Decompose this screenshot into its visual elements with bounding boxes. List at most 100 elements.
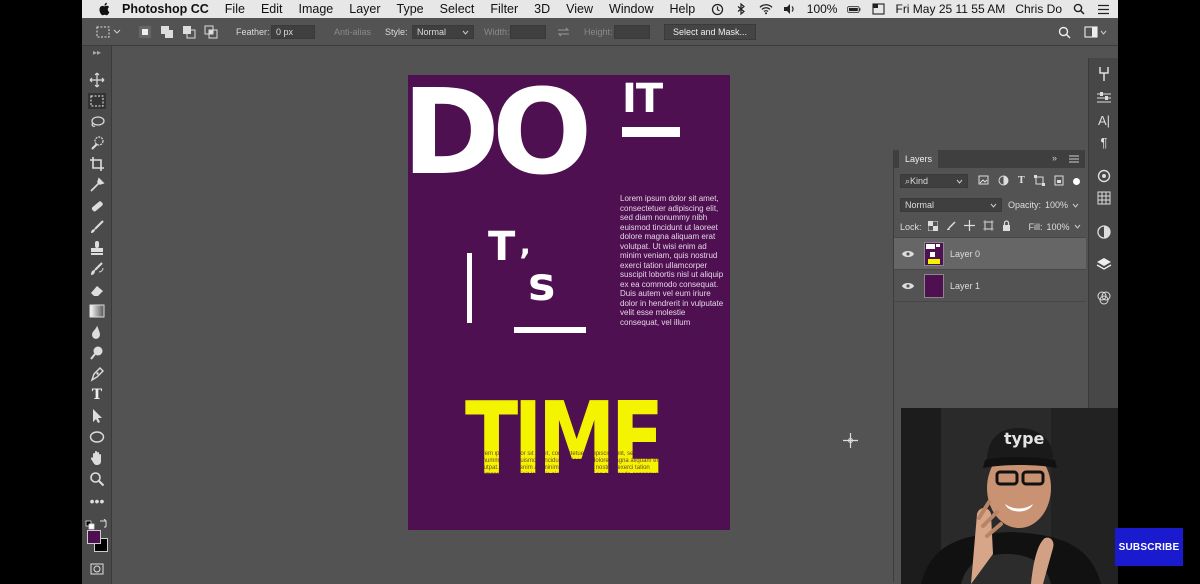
hand-tool-icon[interactable] <box>88 450 106 466</box>
layer-name[interactable]: Layer 0 <box>950 249 980 259</box>
layers-tab[interactable]: Layers <box>899 150 939 168</box>
type-tool-icon[interactable]: T <box>88 387 106 403</box>
visibility-eye-icon[interactable] <box>902 282 914 290</box>
lock-transparent-icon[interactable] <box>927 220 939 233</box>
menu-file[interactable]: File <box>225 2 245 16</box>
chevron-down-icon[interactable] <box>1072 203 1079 208</box>
menu-help[interactable]: Help <box>670 2 696 16</box>
feather-input[interactable]: 0 px <box>271 25 315 39</box>
dodge-tool-icon[interactable] <box>88 345 106 361</box>
quick-select-tool-icon[interactable] <box>88 135 106 151</box>
layer-name[interactable]: Layer 1 <box>950 281 980 291</box>
filter-adjustment-icon[interactable] <box>998 175 1009 188</box>
brush-settings-icon[interactable] <box>1096 90 1112 106</box>
marquee-tool-preset-icon[interactable] <box>96 18 122 46</box>
color-panel-icon[interactable] <box>1096 168 1112 184</box>
chevron-down-icon <box>462 30 469 35</box>
more-tools-icon[interactable]: ••• <box>88 493 106 509</box>
lock-image-brush-icon[interactable] <box>946 220 956 233</box>
character-panel-icon[interactable]: A| <box>1096 112 1112 128</box>
user-name[interactable]: Chris Do <box>1015 2 1062 16</box>
volume-icon[interactable] <box>783 2 797 16</box>
healing-brush-tool-icon[interactable] <box>88 198 106 214</box>
panel-menu-icon[interactable] <box>1069 155 1079 165</box>
quick-mask-icon[interactable] <box>90 562 104 580</box>
gradient-tool-icon[interactable] <box>88 303 106 319</box>
menu-window[interactable]: Window <box>609 2 653 16</box>
channels-panel-icon[interactable] <box>1096 290 1112 306</box>
history-brush-tool-icon[interactable] <box>88 261 106 277</box>
time-machine-icon[interactable] <box>711 2 725 16</box>
layer-filter-select[interactable]: ⌕Kind <box>900 174 968 188</box>
swap-dimensions-icon[interactable] <box>557 18 570 46</box>
menu-view[interactable]: View <box>566 2 593 16</box>
flag-icon[interactable] <box>871 2 885 16</box>
notification-center-icon[interactable] <box>1096 2 1110 16</box>
adjustments-panel-icon[interactable] <box>1096 224 1112 240</box>
clock-text[interactable]: Fri May 25 11 55 AM <box>895 2 1005 16</box>
width-input[interactable] <box>510 25 546 39</box>
select-and-mask-button[interactable]: Select and Mask... <box>664 24 757 40</box>
clone-stamp-tool-icon[interactable] <box>88 240 106 256</box>
zoom-tool-icon[interactable] <box>88 471 106 487</box>
layers-panel-icon[interactable] <box>1096 256 1112 272</box>
layer-row[interactable]: Layer 1 <box>894 270 1086 302</box>
bluetooth-icon[interactable] <box>735 2 749 16</box>
battery-icon[interactable] <box>847 2 861 16</box>
webcam-overlay: type <box>901 408 1118 584</box>
eraser-tool-icon[interactable] <box>88 282 106 298</box>
filter-toggle-icon[interactable] <box>1072 177 1080 185</box>
lasso-tool-icon[interactable] <box>88 114 106 130</box>
menu-3d[interactable]: 3D <box>534 2 550 16</box>
search-icon[interactable] <box>1058 18 1071 46</box>
opacity-value[interactable]: 100% <box>1045 200 1068 210</box>
collapse-arrows-icon[interactable]: ▸▸ <box>93 48 101 57</box>
paragraph-panel-icon[interactable]: ¶ <box>1096 134 1112 150</box>
filter-smart-object-icon[interactable] <box>1054 175 1064 188</box>
menu-layer[interactable]: Layer <box>349 2 380 16</box>
layer-row[interactable]: Layer 0 <box>894 238 1086 270</box>
spotlight-search-icon[interactable] <box>1072 2 1086 16</box>
lock-artboard-icon[interactable] <box>982 220 994 233</box>
move-tool-icon[interactable] <box>88 72 106 88</box>
lock-position-icon[interactable] <box>963 220 975 233</box>
style-select[interactable]: Normal <box>412 25 474 39</box>
add-selection-icon[interactable] <box>160 18 174 46</box>
app-menu[interactable]: Photoshop CC <box>122 2 209 16</box>
chevron-down-icon[interactable] <box>1074 224 1081 229</box>
blur-tool-icon[interactable] <box>88 324 106 340</box>
height-input[interactable] <box>614 25 650 39</box>
blend-mode-select[interactable]: Normal <box>900 198 1002 212</box>
eyedropper-tool-icon[interactable] <box>88 177 106 193</box>
filter-shape-icon[interactable] <box>1033 174 1045 188</box>
menu-filter[interactable]: Filter <box>490 2 518 16</box>
poster-canvas[interactable]: DO IT Lorem ipsum dolor sit amet, consec… <box>408 75 730 530</box>
crop-tool-icon[interactable] <box>88 156 106 172</box>
fill-value[interactable]: 100% <box>1047 222 1070 232</box>
subtract-selection-icon[interactable] <box>182 18 196 46</box>
menu-type[interactable]: Type <box>397 2 424 16</box>
foreground-color-swatch[interactable] <box>87 530 101 544</box>
path-selection-tool-icon[interactable] <box>88 408 106 424</box>
workspace-icon[interactable] <box>1084 18 1108 46</box>
pen-tool-icon[interactable] <box>88 366 106 382</box>
visibility-eye-icon[interactable] <box>902 250 914 258</box>
brush-tool-icon[interactable] <box>88 219 106 235</box>
intersect-selection-icon[interactable] <box>204 18 218 46</box>
collapse-panel-icon[interactable]: » <box>1052 153 1057 163</box>
marquee-tool-icon[interactable] <box>88 93 106 109</box>
filter-pixel-icon[interactable] <box>978 175 989 187</box>
new-selection-icon[interactable] <box>138 18 152 46</box>
filter-type-icon[interactable]: T <box>1018 176 1025 186</box>
swatches-panel-icon[interactable] <box>1096 190 1112 206</box>
subscribe-button[interactable]: SUBSCRIBE <box>1115 528 1183 566</box>
menu-image[interactable]: Image <box>299 2 334 16</box>
menu-select[interactable]: Select <box>440 2 475 16</box>
menu-edit[interactable]: Edit <box>261 2 283 16</box>
ellipse-tool-icon[interactable] <box>88 429 106 445</box>
wifi-icon[interactable] <box>759 2 773 16</box>
antialias-checkbox[interactable]: Anti-alias <box>334 18 371 46</box>
lock-all-icon[interactable] <box>1002 220 1011 233</box>
apple-menu-icon[interactable] <box>98 2 112 16</box>
tool-presets-icon[interactable] <box>1096 66 1112 82</box>
